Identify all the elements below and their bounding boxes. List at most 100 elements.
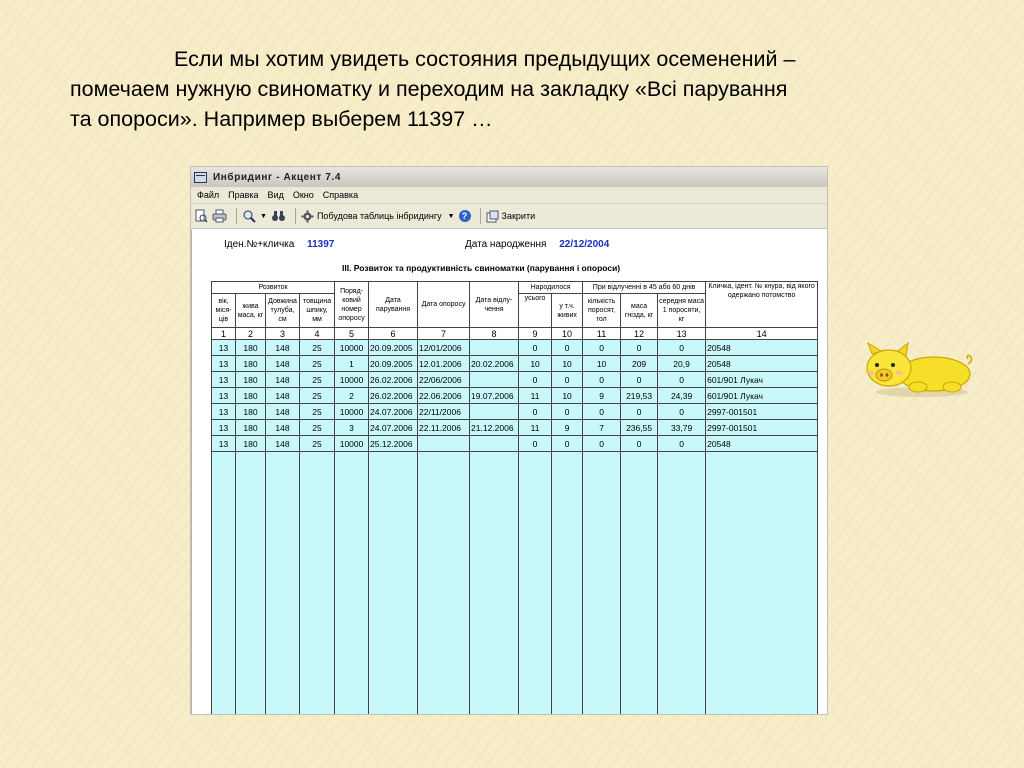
table-cell[interactable]: 20548 xyxy=(705,339,819,356)
table-cell[interactable]: 2997-001501 xyxy=(705,403,819,420)
table-cell[interactable] xyxy=(469,339,520,356)
table-cell[interactable]: 7 xyxy=(582,419,622,436)
table-cell[interactable]: 0 xyxy=(518,371,553,388)
table-cell[interactable]: 25 xyxy=(298,419,336,436)
table-cell[interactable]: 25 xyxy=(298,355,336,372)
menu-view[interactable]: Вид xyxy=(264,190,289,200)
table-row[interactable]: 13 180 148 25 10000 24.07.2006 22/11/2006 0 0 0 0 0… xyxy=(211,403,819,420)
table-cell[interactable]: 0 xyxy=(551,371,584,388)
table-cell[interactable] xyxy=(469,371,520,388)
table-cell[interactable]: 148 xyxy=(265,419,300,436)
table-cell[interactable]: 0 xyxy=(657,339,707,356)
table-cell[interactable] xyxy=(417,435,471,452)
table-row[interactable]: 13 180 148 25 10000 26.02.2006 22/06/2006 0 0 0 0 0… xyxy=(211,371,819,388)
table-cell[interactable]: 148 xyxy=(265,387,300,404)
table-cell[interactable]: 12.01.2006 xyxy=(417,355,471,372)
table-cell[interactable]: 24,39 xyxy=(657,387,707,404)
table-cell[interactable]: 22/06/2006 xyxy=(417,371,471,388)
table-cell[interactable]: 0 xyxy=(518,435,553,452)
table-cell[interactable]: 601/901 Лукач xyxy=(705,387,819,404)
find-button[interactable] xyxy=(271,207,286,225)
table-cell[interactable]: 180 xyxy=(235,371,266,388)
table-cell[interactable]: 25 xyxy=(298,371,336,388)
table-cell[interactable]: 180 xyxy=(235,419,266,436)
table-cell[interactable]: 10000 xyxy=(334,371,370,388)
table-cell[interactable]: 219,53 xyxy=(620,387,659,404)
table-cell[interactable]: 9 xyxy=(582,387,622,404)
table-cell[interactable]: 148 xyxy=(265,435,300,452)
table-cell[interactable]: 0 xyxy=(518,339,553,356)
table-cell[interactable]: 33,79 xyxy=(657,419,707,436)
table-cell[interactable]: 0 xyxy=(582,403,622,420)
print-preview-button[interactable] xyxy=(194,207,208,225)
table-cell[interactable]: 148 xyxy=(265,355,300,372)
table-cell[interactable]: 13 xyxy=(211,339,236,356)
table-cell[interactable]: 0 xyxy=(582,371,622,388)
table-cell[interactable]: 12/01/2006 xyxy=(417,339,471,356)
table-cell[interactable]: 25.12.2006 xyxy=(368,435,419,452)
table-cell[interactable]: 25 xyxy=(298,403,336,420)
table-cell[interactable]: 0 xyxy=(620,403,659,420)
table-cell[interactable]: 19.07.2006 xyxy=(469,387,520,404)
table-cell[interactable]: 21.12.2006 xyxy=(469,419,520,436)
table-cell[interactable]: 0 xyxy=(620,339,659,356)
table-cell[interactable]: 0 xyxy=(582,339,622,356)
table-cell[interactable]: 180 xyxy=(235,403,266,420)
table-cell[interactable]: 10 xyxy=(518,355,553,372)
menu-help[interactable]: Справка xyxy=(319,190,363,200)
table-cell[interactable]: 148 xyxy=(265,371,300,388)
table-cell[interactable]: 148 xyxy=(265,339,300,356)
table-cell[interactable]: 0 xyxy=(620,371,659,388)
search-dropdown-arrow[interactable]: ▼ xyxy=(260,207,267,225)
table-cell[interactable]: 13 xyxy=(211,403,236,420)
build-inbreeding-tables-button[interactable]: Побудова таблиць інбридингу xyxy=(301,207,442,225)
table-cell[interactable]: 0 xyxy=(657,403,707,420)
table-cell[interactable]: 10 xyxy=(582,355,622,372)
table-cell[interactable]: 20.09.2005 xyxy=(368,355,419,372)
table-cell[interactable]: 2 xyxy=(334,387,370,404)
search-button[interactable] xyxy=(242,207,256,225)
table-cell[interactable]: 1 xyxy=(334,355,370,372)
table-row[interactable]: 13 180 148 25 3 24.07.2006 22.11.2006 21.12.200… xyxy=(211,419,819,436)
table-cell[interactable]: 3 xyxy=(334,419,370,436)
table-cell[interactable]: 11 xyxy=(518,419,553,436)
table-cell[interactable]: 20,9 xyxy=(657,355,707,372)
table-cell[interactable]: 25 xyxy=(298,339,336,356)
table-cell[interactable]: 2997-001501 xyxy=(705,419,819,436)
table-cell[interactable]: 26.02.2006 xyxy=(368,371,419,388)
table-cell[interactable]: 10 xyxy=(551,387,584,404)
help-button[interactable]: ? xyxy=(458,207,471,225)
close-button[interactable]: Закрити xyxy=(486,207,535,225)
table-cell[interactable]: 10000 xyxy=(334,435,370,452)
menu-window[interactable]: Окно xyxy=(289,190,319,200)
table-cell[interactable]: 0 xyxy=(657,435,707,452)
table-cell[interactable]: 180 xyxy=(235,339,266,356)
table-cell[interactable]: 0 xyxy=(551,339,584,356)
table-row[interactable]: 13 180 148 25 2 26.02.2006 22.06.2006 19.07.200… xyxy=(211,387,819,404)
table-row[interactable]: 13 180 148 25 1 20.09.2005 12.01.2006 20.02.200… xyxy=(211,355,819,372)
table-cell[interactable]: 209 xyxy=(620,355,659,372)
table-cell[interactable]: 0 xyxy=(620,435,659,452)
table-cell[interactable]: 26.02.2006 xyxy=(368,387,419,404)
table-cell[interactable]: 20548 xyxy=(705,355,819,372)
table-cell[interactable] xyxy=(469,435,520,452)
table-cell[interactable]: 13 xyxy=(211,355,236,372)
table-cell[interactable]: 22.06.2006 xyxy=(417,387,471,404)
table-cell[interactable]: 13 xyxy=(211,435,236,452)
table-cell[interactable]: 13 xyxy=(211,371,236,388)
table-cell[interactable]: 20.09.2005 xyxy=(368,339,419,356)
table-cell[interactable]: 180 xyxy=(235,355,266,372)
table-cell[interactable]: 0 xyxy=(657,371,707,388)
table-cell[interactable]: 22.11.2006 xyxy=(417,419,471,436)
table-cell[interactable]: 180 xyxy=(235,435,266,452)
table-cell[interactable]: 601/901 Лукач xyxy=(705,371,819,388)
table-cell[interactable]: 25 xyxy=(298,435,336,452)
table-row[interactable]: 13 180 148 25 10000 25.12.2006 0 0 0 0 0 20548 xyxy=(211,435,819,452)
table-cell[interactable]: 0 xyxy=(551,435,584,452)
table-cell[interactable]: 25 xyxy=(298,387,336,404)
table-cell[interactable]: 22/11/2006 xyxy=(417,403,471,420)
table-cell[interactable]: 24.07.2006 xyxy=(368,403,419,420)
table-cell[interactable]: 0 xyxy=(582,435,622,452)
table-cell[interactable]: 236,55 xyxy=(620,419,659,436)
print-button[interactable] xyxy=(212,207,227,225)
